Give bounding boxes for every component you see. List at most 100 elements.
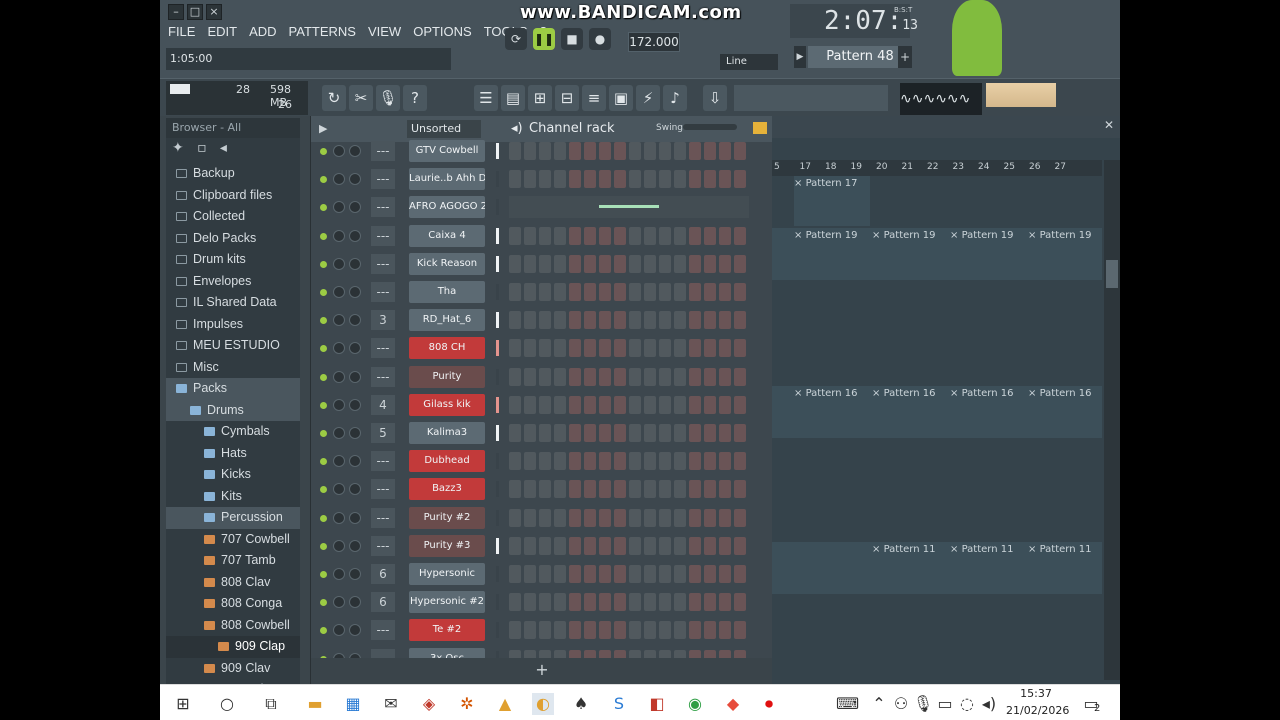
step-button[interactable] [614,536,626,555]
step-button[interactable] [674,565,686,583]
mixer-track-number[interactable]: --- [371,366,395,387]
step-button[interactable] [674,142,686,160]
channel-name-button[interactable]: Tha [409,281,485,303]
step-button[interactable] [704,593,716,612]
volume-knob[interactable] [333,314,345,327]
task-view-icon[interactable]: ⧉ [260,693,282,715]
mixer-icon[interactable]: ≡ [582,85,606,111]
tempo-display[interactable]: 172.000 [628,32,680,52]
step-button[interactable] [524,508,536,527]
pan-knob[interactable] [349,229,361,242]
battery-icon[interactable]: ▭ [934,693,956,715]
piano-roll-preview[interactable] [599,205,659,209]
step-button[interactable] [734,593,746,612]
channel-name-button[interactable]: Kick Reason [409,252,485,275]
browser-item[interactable]: 707 Tamb [166,550,300,572]
pan-knob[interactable] [349,257,361,270]
channel-select-indicator[interactable] [496,227,499,244]
step-button[interactable] [629,311,641,330]
browser-item[interactable]: 808 Clav [166,572,300,594]
step-button[interactable] [614,480,626,499]
volume-knob[interactable] [333,398,345,411]
browser-item[interactable]: Collected [166,206,300,228]
volume-knob[interactable] [333,370,345,383]
step-button[interactable] [524,142,536,160]
step-button[interactable] [659,536,671,555]
step-button[interactable] [599,621,611,640]
step-button[interactable] [569,508,581,527]
channel-select-indicator[interactable] [496,340,499,357]
channel-select-indicator[interactable] [496,566,499,582]
browser-item[interactable]: IL Shared Data [166,292,300,314]
step-button[interactable] [674,424,686,442]
minimize-icon[interactable]: – [168,4,184,20]
step-button[interactable] [584,508,596,527]
step-button[interactable] [554,480,566,499]
playlist-clip[interactable]: × Pattern 16 [950,388,1013,400]
step-button[interactable] [584,311,596,330]
step-button[interactable] [704,480,716,499]
step-button[interactable] [674,283,686,301]
step-button[interactable] [674,621,686,640]
step-button[interactable] [734,424,746,442]
step-button[interactable] [554,565,566,583]
keyboard-tray-icon[interactable]: ⌨ [836,693,859,715]
app-icon-4[interactable]: ♠ [570,693,592,715]
windows-start-icon[interactable]: ⊞ [172,693,194,715]
channel-select-indicator[interactable] [496,368,499,385]
mute-led[interactable] [320,373,327,381]
step-button[interactable] [704,536,716,555]
step-button[interactable] [539,593,551,612]
volume-knob[interactable] [333,427,345,439]
step-button[interactable] [539,339,551,358]
clip-menu-icon[interactable]: × [794,230,806,241]
channel-select-indicator[interactable] [496,594,499,611]
volume-knob[interactable] [333,539,345,552]
step-button[interactable] [509,452,521,471]
playlist-ruler[interactable]: 5 17 18 19 20 21 22 23 24 25 26 27 [772,160,1102,176]
step-button[interactable] [524,367,536,386]
step-button[interactable] [629,480,641,499]
step-button[interactable] [509,593,521,612]
channel-name-button[interactable]: Gilass kik [409,393,485,416]
channel-name-button[interactable]: RD_Hat_6 [409,309,485,332]
mute-led[interactable] [320,317,327,325]
channel-name-button[interactable]: 808 CH [409,337,485,360]
step-button[interactable] [554,621,566,640]
mute-led[interactable] [320,458,327,466]
step-button[interactable] [614,339,626,358]
fl-studio-taskbar-icon[interactable]: ◐ [532,693,554,715]
browser-item[interactable]: Clipboard files [166,185,300,207]
mail-icon[interactable]: ✉ [380,693,402,715]
step-button[interactable] [569,565,581,583]
browser-item[interactable]: Impulses [166,314,300,336]
step-button[interactable] [674,226,686,245]
step-button[interactable] [614,311,626,330]
step-button[interactable] [614,254,626,273]
step-button[interactable] [509,311,521,330]
step-button[interactable] [614,170,626,189]
step-button[interactable] [704,339,716,358]
step-button[interactable] [659,367,671,386]
channel-select-indicator[interactable] [496,622,499,639]
step-button[interactable] [614,508,626,527]
clip-menu-icon[interactable]: × [1028,544,1040,555]
step-button[interactable] [629,283,641,301]
step-button[interactable] [719,452,731,471]
step-button[interactable] [509,283,521,301]
step-button[interactable] [539,424,551,442]
pause-button[interactable]: ❚❚ [533,28,555,50]
step-button[interactable] [719,395,731,414]
mixer-track-number[interactable]: 3 [371,310,395,331]
mixer-track-number[interactable]: --- [371,507,395,528]
playlist-icon[interactable]: ☰ [474,85,498,111]
step-button[interactable] [629,536,641,555]
pan-knob[interactable] [349,398,361,411]
clip-menu-icon[interactable]: × [872,544,884,555]
chevron-up-icon[interactable]: ⌃ [868,693,890,715]
clip-menu-icon[interactable]: × [1028,230,1040,241]
playlist-clip[interactable]: × Pattern 19 [950,230,1013,242]
step-button[interactable] [539,452,551,471]
step-button[interactable] [614,283,626,301]
browser-item[interactable]: MEU ESTUDIO [166,335,300,357]
